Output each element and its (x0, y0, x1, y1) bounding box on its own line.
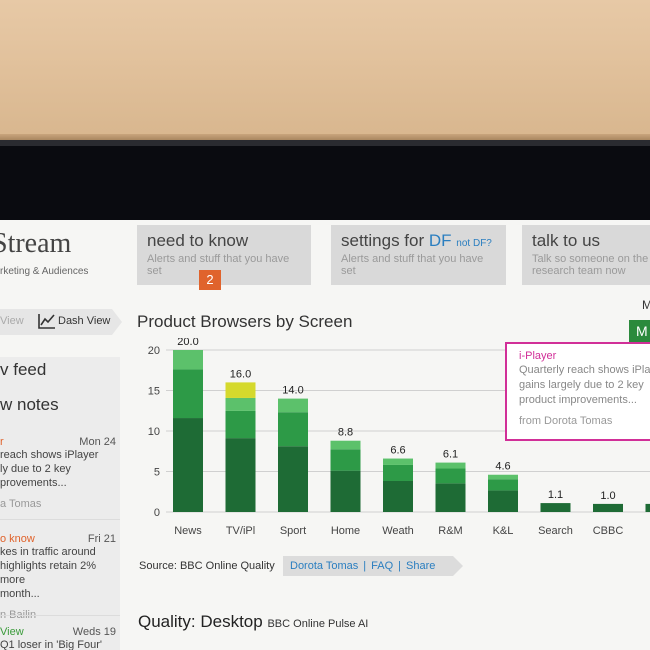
x-tick-label: CBBC (593, 525, 624, 537)
bar-segment[interactable] (540, 503, 571, 512)
chart-title: Product Browsers by Screen (137, 312, 353, 331)
bar-value-label: 4.6 (495, 461, 510, 473)
x-tick-label: K&L (493, 525, 514, 537)
need-to-know-panel[interactable]: need to know Alerts and stuff that you h… (137, 225, 311, 290)
sidebar-post[interactable]: r Mon 24 reach shows iPlayer ly due to 2… (0, 436, 120, 510)
need-to-know-title: need to know (147, 231, 249, 250)
settings-user: DF (428, 231, 452, 250)
talk-to-us-title: talk to us (532, 231, 601, 250)
settings-panel[interactable]: settings for DF not DF? Alerts and stuff… (331, 225, 506, 285)
x-tick-label: Weath (382, 525, 414, 537)
y-tick-label: 5 (154, 467, 160, 479)
faq-link[interactable]: FAQ (371, 560, 393, 572)
post-date: Fri 21 (87, 533, 116, 545)
bar-segment[interactable] (278, 412, 308, 447)
y-tick-label: 10 (148, 426, 160, 438)
bar-value-label: 1.1 (548, 489, 563, 501)
bar-segment[interactable] (225, 397, 256, 411)
monitor-bezel (0, 140, 650, 220)
y-tick-label: 0 (154, 507, 160, 519)
app-screen: Stream rketing & Audiences need to know … (0, 220, 650, 650)
bar-segment[interactable] (330, 470, 361, 512)
previous-view-toggle[interactable]: View (0, 315, 24, 327)
bar-segment[interactable] (330, 449, 361, 471)
bar-segment[interactable] (435, 462, 466, 469)
bar-value-label: 8.8 (338, 427, 353, 439)
post-date: Weds 19 (72, 626, 116, 638)
x-tick-label: Sport (280, 525, 306, 537)
x-tick-label: News (174, 525, 202, 537)
y-tick-label: 15 (148, 386, 160, 398)
bar-segment[interactable] (488, 490, 518, 512)
post-author: a Tomas (0, 498, 42, 510)
divider (0, 519, 120, 520)
bar-value-label: 14.0 (282, 385, 303, 397)
corner-label: M (642, 298, 650, 312)
bar-segment[interactable] (488, 474, 518, 480)
bar-segment[interactable] (593, 503, 623, 512)
bar-segment[interactable] (383, 458, 413, 465)
y-tick-label: 20 (148, 345, 160, 357)
tooltip-line: gains largely due to 2 key (519, 379, 644, 391)
tooltip-name: i-Player (519, 350, 557, 362)
bar-segment[interactable] (278, 446, 308, 512)
bar-segment[interactable] (278, 398, 308, 413)
bar-value-label: 6.6 (390, 445, 405, 457)
talk-to-us-panel[interactable]: talk to us Talk so someone on the resear… (522, 225, 650, 285)
left-sidebar: v feed w notes r Mon 24 reach shows iPla… (0, 357, 120, 650)
sidebar-post[interactable]: View Weds 19 Q1 loser in 'Big Four' (0, 626, 120, 650)
quality-title: Quality: Desktop (138, 612, 263, 631)
chart-source: Source: BBC Online Quality (139, 560, 275, 572)
bar-segment[interactable] (330, 440, 361, 450)
tooltip-author: from Dorota Tomas (519, 415, 613, 427)
tooltip-line: Quarterly reach shows iPlay (519, 364, 650, 376)
bar-segment[interactable] (435, 483, 466, 512)
bar-segment[interactable] (173, 369, 203, 419)
feed-heading[interactable]: v feed (0, 360, 46, 380)
talk-to-us-subtitle: Talk so someone on the research team now (532, 253, 649, 277)
x-tick-label: TV/iPl (226, 525, 255, 537)
alert-count-badge: 2 (199, 270, 221, 290)
bar-value-label: 16.0 (230, 368, 251, 380)
x-tick-label: R&M (438, 525, 462, 537)
bar-segment[interactable] (225, 438, 256, 512)
bar-segment[interactable] (383, 480, 413, 512)
bar-segment[interactable] (173, 350, 203, 370)
chart-links-bar: Dorota Tomas | FAQ | Share (283, 556, 463, 576)
bar-segment[interactable] (435, 468, 466, 484)
quality-section-title: Quality: Desktop BBC Online Pulse AI (138, 612, 368, 632)
bar-segment[interactable] (173, 418, 203, 512)
app-logo-subtitle: rketing & Audiences (0, 266, 89, 277)
bar-value-label: 20.0 (177, 338, 198, 348)
settings-subtitle: Alerts and stuff that you have set (341, 253, 484, 277)
dash-view-toggle[interactable]: Dash View (58, 315, 110, 327)
bar-segment[interactable] (383, 464, 413, 481)
bar-value-label: 6.1 (443, 449, 458, 461)
share-link[interactable]: Share (406, 560, 435, 572)
iplayer-tooltip[interactable]: i-Player Quarterly reach shows iPlay gai… (505, 342, 650, 441)
bar-segment[interactable] (225, 410, 256, 439)
divider (0, 615, 120, 616)
wooden-desk (0, 0, 650, 140)
post-date: Mon 24 (79, 436, 116, 448)
notes-heading[interactable]: w notes (0, 395, 59, 415)
bar-segment[interactable] (645, 503, 650, 512)
line-chart-icon (38, 314, 55, 329)
quality-subtitle: BBC Online Pulse AI (267, 618, 369, 630)
author-link[interactable]: Dorota Tomas (290, 560, 358, 572)
sidebar-post[interactable]: o know Fri 21 kes in traffic around high… (0, 533, 120, 621)
tooltip-line: product improvements... (519, 394, 637, 406)
bar-segment[interactable] (488, 479, 518, 491)
app-logo: Stream (0, 228, 72, 259)
settings-title: settings for (341, 231, 425, 250)
bar-value-label: 1.0 (600, 490, 615, 502)
post-body: Q1 loser in 'Big Four' (0, 639, 103, 650)
post-body: kes in traffic around highlights retain … (0, 546, 97, 600)
post-body: reach shows iPlayer ly due to 2 key prov… (0, 449, 99, 489)
switch-user-link[interactable]: not DF? (456, 238, 492, 249)
x-tick-label: Home (331, 525, 360, 537)
x-tick-label: Search (538, 525, 573, 537)
need-to-know-subtitle: Alerts and stuff that you have set (147, 253, 290, 277)
bar-segment[interactable] (225, 382, 256, 398)
